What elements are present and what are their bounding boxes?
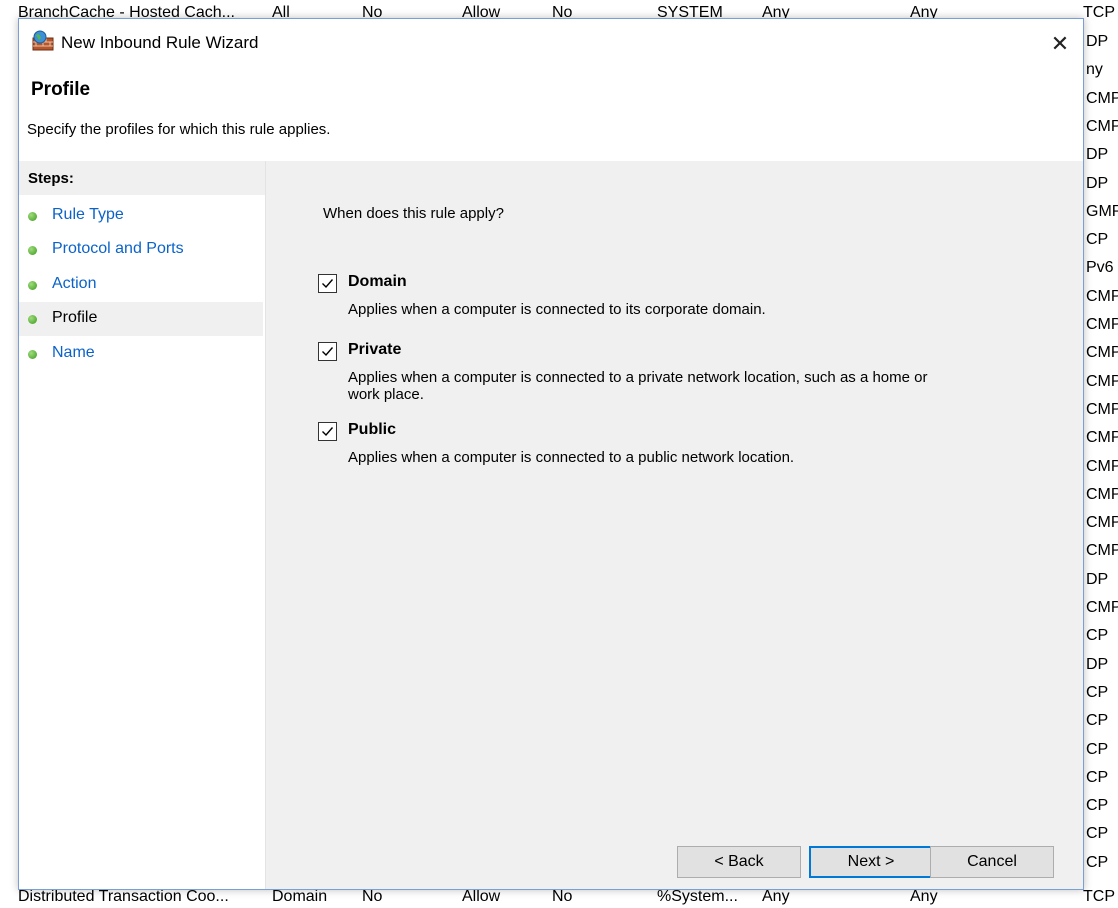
- step-label: Profile: [52, 309, 98, 326]
- background-protocol-cell: CMP: [1086, 400, 1118, 418]
- domain-label[interactable]: Domain: [348, 273, 407, 291]
- background-protocol-cell: CP: [1086, 627, 1109, 645]
- row-protocol: TCP: [1083, 4, 1115, 21]
- page-title: Profile: [31, 79, 91, 100]
- domain-checkbox[interactable]: [318, 274, 337, 293]
- public-description: Applies when a computer is connected to …: [348, 449, 795, 466]
- domain-description: Applies when a computer is connected to …: [348, 301, 766, 318]
- background-protocol-cell: CMP: [1086, 485, 1118, 503]
- background-protocol-cell: CP: [1086, 797, 1109, 815]
- step-profile[interactable]: Profile: [19, 302, 263, 336]
- background-protocol-cell: DP: [1086, 655, 1109, 673]
- step-rule-type[interactable]: Rule Type: [19, 199, 263, 233]
- profile-content-panel: When does this rule apply? Domain Applie…: [266, 161, 1083, 889]
- private-description: Applies when a computer is connected to …: [348, 369, 928, 403]
- background-protocol-cell: DP: [1086, 33, 1109, 50]
- step-status-icon: [28, 246, 37, 255]
- background-protocol-cell: CP: [1086, 825, 1109, 843]
- wizard-header: Profile Specify the profiles for which t…: [19, 71, 1083, 162]
- background-protocol-cell: DP: [1086, 174, 1109, 192]
- background-protocol-cell: CP: [1086, 683, 1109, 701]
- background-protocol-cell: CMP: [1086, 344, 1118, 362]
- step-label[interactable]: Protocol and Ports: [52, 240, 184, 258]
- background-protocol-cell: Pv6: [1086, 259, 1114, 277]
- step-status-icon: [28, 281, 37, 290]
- public-label[interactable]: Public: [348, 421, 396, 439]
- step-label[interactable]: Rule Type: [52, 206, 124, 224]
- close-icon[interactable]: ✕: [1037, 19, 1083, 69]
- step-status-icon: [28, 212, 37, 221]
- cancel-button[interactable]: Cancel: [930, 846, 1054, 878]
- next-button[interactable]: Next >: [809, 846, 933, 878]
- step-name[interactable]: Name: [19, 337, 263, 371]
- step-status-icon: [28, 350, 37, 359]
- steps-panel: Steps: Rule Type Protocol and Ports Acti…: [19, 161, 266, 889]
- background-protocol-cell: CMP: [1086, 287, 1118, 305]
- background-protocol-cell: CMP: [1086, 514, 1118, 532]
- checkmark-icon: [322, 347, 334, 357]
- back-button[interactable]: < Back: [677, 846, 801, 878]
- background-protocol-cell: CP: [1086, 853, 1109, 871]
- background-protocol-cell: CMP: [1086, 89, 1118, 107]
- profile-question: When does this rule apply?: [323, 205, 504, 222]
- public-checkbox[interactable]: [318, 422, 337, 441]
- private-label[interactable]: Private: [348, 341, 401, 359]
- background-protocol-cell: DP: [1086, 146, 1109, 164]
- page-subtitle: Specify the profiles for which this rule…: [27, 121, 331, 138]
- background-protocol-cell: CP: [1086, 231, 1109, 249]
- step-status-icon: [28, 315, 37, 324]
- step-label[interactable]: Action: [52, 275, 96, 293]
- checkmark-icon: [322, 427, 334, 437]
- background-protocol-cell: GMP: [1086, 202, 1118, 220]
- background-protocol-cell: CMP: [1086, 542, 1118, 560]
- dialog-title: New Inbound Rule Wizard: [61, 33, 259, 52]
- firewall-globe-icon: [32, 30, 54, 52]
- checkmark-icon: [322, 279, 334, 289]
- background-protocol-cell: CMP: [1086, 117, 1118, 135]
- title-bar[interactable]: New Inbound Rule Wizard ✕: [19, 19, 1083, 71]
- steps-heading: Steps:: [19, 161, 265, 195]
- background-protocol-cell: CMP: [1086, 316, 1118, 333]
- background-protocol-cell: DP: [1086, 570, 1109, 588]
- row-protocol: TCP: [1083, 888, 1115, 905]
- background-protocol-cell: CMP: [1086, 372, 1118, 390]
- background-protocol-cell: ny: [1086, 61, 1103, 79]
- new-inbound-rule-wizard-dialog: New Inbound Rule Wizard ✕ Profile Specif…: [18, 18, 1084, 890]
- background-protocol-cell: CP: [1086, 740, 1109, 758]
- background-protocol-cell: CMP: [1086, 457, 1118, 475]
- background-protocol-cell: CMP: [1086, 429, 1118, 447]
- step-label[interactable]: Name: [52, 344, 95, 362]
- step-action[interactable]: Action: [19, 268, 263, 302]
- background-protocol-cell: CP: [1086, 768, 1109, 786]
- background-protocol-cell: CP: [1086, 712, 1109, 730]
- step-protocol-and-ports[interactable]: Protocol and Ports: [19, 233, 263, 267]
- private-checkbox[interactable]: [318, 342, 337, 361]
- background-protocol-cell: CMP: [1086, 599, 1118, 616]
